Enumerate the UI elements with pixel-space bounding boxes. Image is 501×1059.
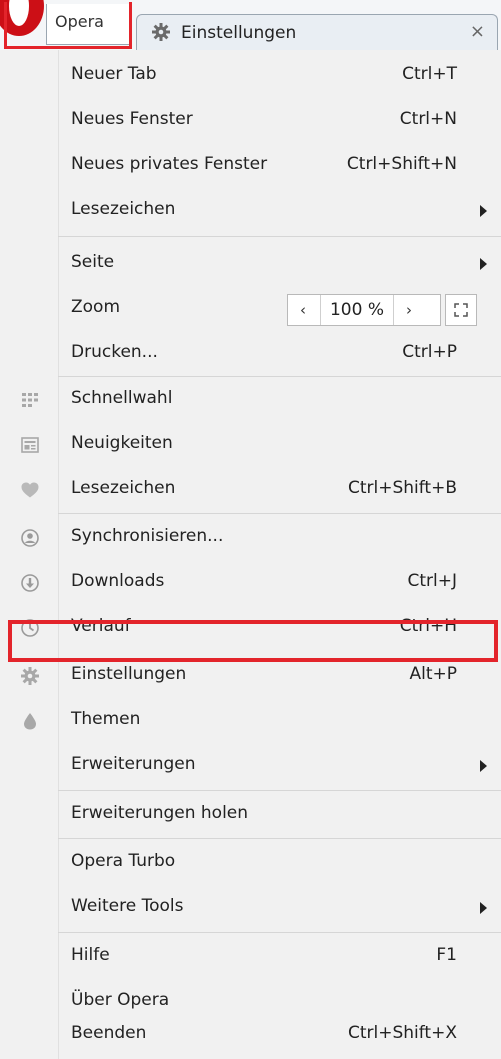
menu-item-news[interactable]: Neuigkeiten: [0, 422, 501, 468]
menu-item-help[interactable]: Hilfe F1: [0, 934, 501, 980]
menu-separator: [58, 790, 501, 791]
gear-icon: [21, 667, 39, 685]
menu-item-shortcut: Ctrl+Shift+B: [347, 478, 457, 498]
menu-item-label: Erweiterungen: [71, 754, 196, 774]
menu-item-label: Über Opera: [71, 990, 170, 1010]
menu-item-shortcut: Ctrl+Shift+N: [346, 154, 457, 174]
menu-item-shortcut: Ctrl+T: [402, 64, 457, 84]
sync-user-icon: [21, 529, 39, 547]
menu-item-label: Seite: [71, 252, 115, 272]
menu-item-downloads[interactable]: Downloads Ctrl+J: [0, 560, 501, 606]
opera-button-highlight: [4, 2, 132, 49]
menu-item-shortcut: Ctrl+N: [399, 109, 457, 129]
menu-item-label: Neues Fenster: [71, 109, 193, 129]
settings-highlight: [8, 620, 498, 662]
download-icon: [21, 574, 39, 592]
menu-item-themes[interactable]: Themen: [0, 698, 501, 744]
submenu-arrow-icon: [480, 760, 487, 772]
menu-separator: [58, 838, 501, 839]
zoom-control: ‹ 100 % ›: [287, 294, 441, 326]
menu-item-new-window[interactable]: Neues Fenster Ctrl+N: [0, 98, 501, 144]
menu-item-sync[interactable]: Synchronisieren...: [0, 515, 501, 561]
menu-item-label: Neuer Tab: [71, 64, 157, 84]
menu-item-label: Lesezeichen: [71, 478, 176, 498]
gear-icon: [152, 23, 170, 41]
menu-item-bookmarks-submenu[interactable]: Lesezeichen: [0, 188, 501, 234]
menu-item-label: Synchronisieren...: [71, 526, 224, 546]
menu-item-bookmarks[interactable]: Lesezeichen Ctrl+Shift+B: [0, 467, 501, 513]
menu-item-new-tab[interactable]: Neuer Tab Ctrl+T: [0, 53, 501, 99]
tab-strip: Opera Einstellungen ×: [0, 0, 501, 51]
drop-icon: [24, 713, 36, 730]
menu-item-label: Themen: [71, 709, 141, 729]
menu-item-shortcut: Alt+P: [409, 664, 457, 684]
menu-item-get-extensions[interactable]: Erweiterungen holen: [0, 792, 501, 838]
menu-item-shortcut: Ctrl+P: [402, 342, 457, 362]
menu-item-label: Neues privates Fenster: [71, 154, 268, 174]
fullscreen-icon: [454, 303, 468, 317]
menu-item-label: Drucken...: [71, 342, 158, 362]
menu-item-label: Schnellwahl: [71, 388, 173, 408]
submenu-arrow-icon: [480, 902, 487, 914]
zoom-out-button[interactable]: ‹: [288, 295, 318, 325]
menu-item-zoom: Zoom ‹ 100 % ›: [0, 286, 501, 332]
submenu-arrow-icon: [480, 205, 487, 217]
menu-separator: [58, 932, 501, 933]
menu-item-label: Downloads: [71, 571, 165, 591]
opera-main-menu: Neuer Tab Ctrl+T Neues Fenster Ctrl+N Ne…: [0, 50, 501, 1059]
speed-dial-icon: [22, 393, 38, 407]
menu-item-print[interactable]: Drucken... Ctrl+P: [0, 331, 501, 377]
zoom-level: 100 %: [320, 295, 394, 325]
menu-item-label: Neuigkeiten: [71, 433, 173, 453]
menu-item-page[interactable]: Seite: [0, 241, 501, 287]
zoom-in-button[interactable]: ›: [394, 295, 424, 325]
menu-item-label: Weitere Tools: [71, 896, 184, 916]
menu-item-label: Lesezeichen: [71, 199, 176, 219]
menu-item-label: Einstellungen: [71, 664, 187, 684]
menu-separator: [58, 236, 501, 237]
tab-close-icon[interactable]: ×: [470, 21, 485, 42]
menu-separator: [58, 513, 501, 514]
heart-icon: [21, 482, 39, 498]
menu-item-exit[interactable]: Beenden Ctrl+Shift+X: [0, 1012, 501, 1058]
menu-item-label: Zoom: [71, 297, 121, 317]
tab-settings[interactable]: Einstellungen ×: [136, 14, 498, 51]
menu-item-label: Opera Turbo: [71, 851, 176, 871]
menu-item-more-tools[interactable]: Weitere Tools: [0, 885, 501, 931]
menu-item-label: Hilfe: [71, 945, 110, 965]
menu-item-label: Erweiterungen holen: [71, 803, 249, 823]
menu-item-shortcut: Ctrl+Shift+X: [347, 1023, 457, 1043]
menu-item-label: Beenden: [71, 1023, 147, 1043]
menu-item-speed-dial[interactable]: Schnellwahl: [0, 377, 501, 423]
tab-title: Einstellungen: [181, 23, 297, 43]
news-icon: [21, 437, 39, 453]
menu-item-opera-turbo[interactable]: Opera Turbo: [0, 840, 501, 886]
menu-item-shortcut: Ctrl+J: [407, 571, 457, 591]
menu-item-extensions[interactable]: Erweiterungen: [0, 743, 501, 789]
menu-item-new-private-window[interactable]: Neues privates Fenster Ctrl+Shift+N: [0, 143, 501, 189]
submenu-arrow-icon: [480, 258, 487, 270]
menu-item-shortcut: F1: [436, 945, 457, 965]
fullscreen-button[interactable]: [445, 294, 477, 326]
